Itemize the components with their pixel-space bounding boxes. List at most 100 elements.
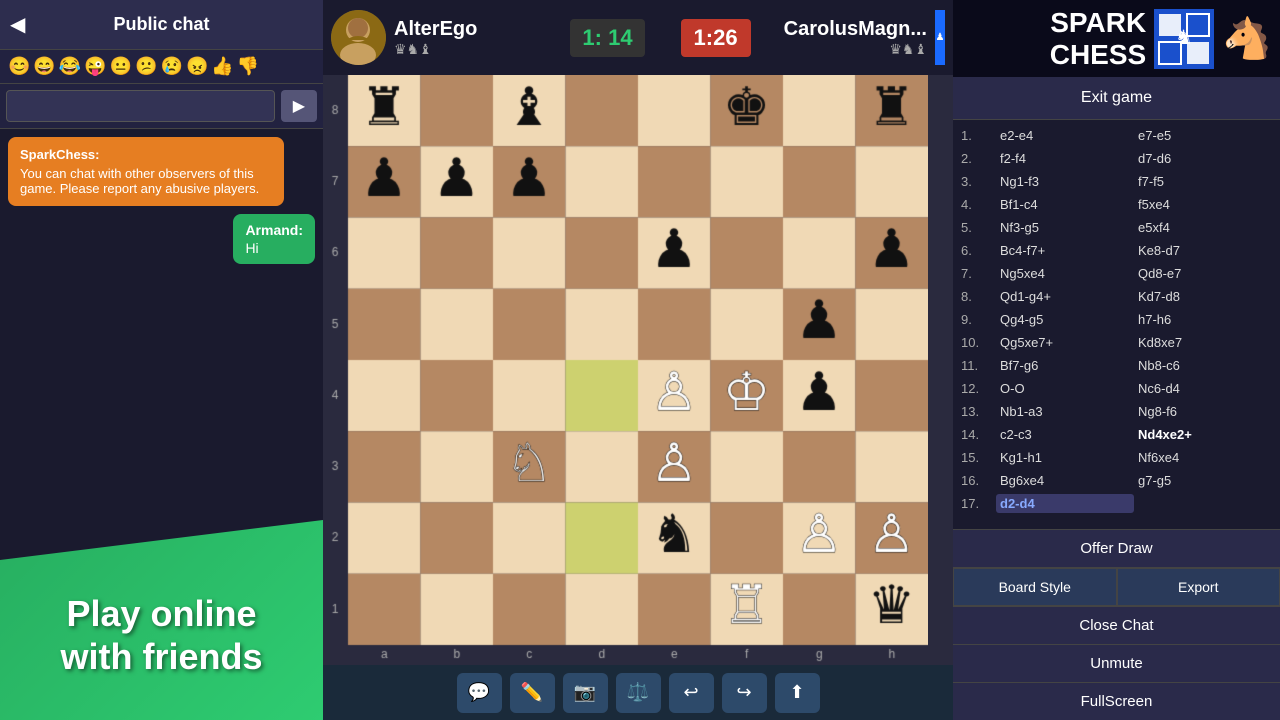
move-number: 14.: [961, 427, 996, 442]
emoji-thumbsdown[interactable]: 👎: [237, 56, 259, 77]
move-white[interactable]: Ng1-f3: [996, 172, 1134, 191]
move-row[interactable]: 14.c2-c3Nd4xe2+: [961, 423, 1272, 446]
emoji-sad[interactable]: 😕: [135, 56, 157, 77]
chat-input[interactable]: [6, 90, 275, 122]
chat-title: Public chat: [113, 14, 209, 35]
move-row[interactable]: 16.Bg6xe4g7-g5: [961, 469, 1272, 492]
move-black[interactable]: Ke8-d7: [1134, 241, 1272, 260]
move-row[interactable]: 6.Bc4-f7+Ke8-d7: [961, 239, 1272, 262]
board-style-button[interactable]: Board Style: [953, 568, 1117, 606]
move-black[interactable]: Nf6xe4: [1134, 448, 1272, 467]
move-black[interactable]: e7-e5: [1134, 126, 1272, 145]
move-number: 2.: [961, 151, 996, 166]
sparkchess-sender: SparkChess:: [20, 147, 272, 162]
move-black[interactable]: f5xe4: [1134, 195, 1272, 214]
move-white[interactable]: Nf3-g5: [996, 218, 1134, 237]
player-top-info: AlterEgo ♛♞♝: [394, 18, 562, 58]
emoji-grin[interactable]: 😄: [33, 56, 55, 77]
unmute-button[interactable]: Unmute: [953, 644, 1280, 682]
move-black[interactable]: g7-g5: [1134, 471, 1272, 490]
emoji-cry[interactable]: 😢: [161, 56, 183, 77]
move-row[interactable]: 15.Kg1-h1Nf6xe4: [961, 446, 1272, 469]
fullscreen-button[interactable]: FullScreen: [953, 682, 1280, 720]
move-black[interactable]: [1134, 502, 1272, 506]
move-row[interactable]: 13.Nb1-a3Ng8-f6: [961, 400, 1272, 423]
offer-draw-button[interactable]: Offer Draw: [953, 529, 1280, 568]
move-row[interactable]: 10.Qg5xe7+Kd8xe7: [961, 331, 1272, 354]
move-black[interactable]: Kd8xe7: [1134, 333, 1272, 352]
move-black[interactable]: f7-f5: [1134, 172, 1272, 191]
move-black[interactable]: d7-d6: [1134, 149, 1272, 168]
player-bottom-info: CarolusMagn... ♛♞♝: [759, 18, 927, 58]
move-black[interactable]: Nc6-d4: [1134, 379, 1272, 398]
move-number: 15.: [961, 450, 996, 465]
move-white[interactable]: d2-d4: [996, 494, 1134, 513]
move-white[interactable]: Bg6xe4: [996, 471, 1134, 490]
emoji-tongue[interactable]: 😜: [84, 56, 106, 77]
move-row[interactable]: 5.Nf3-g5e5xf4: [961, 216, 1272, 239]
move-white[interactable]: Ng5xe4: [996, 264, 1134, 283]
move-white[interactable]: c2-c3: [996, 425, 1134, 444]
move-row[interactable]: 17.d2-d4: [961, 492, 1272, 515]
move-row[interactable]: 9.Qg4-g5h7-h6: [961, 308, 1272, 331]
move-black[interactable]: Qd8-e7: [1134, 264, 1272, 283]
move-black[interactable]: Nd4xe2+: [1134, 425, 1272, 444]
close-chat-button[interactable]: Close Chat: [953, 606, 1280, 644]
move-white[interactable]: Qg4-g5: [996, 310, 1134, 329]
exit-game-button[interactable]: Exit game: [953, 77, 1280, 120]
move-black[interactable]: Ng8-f6: [1134, 402, 1272, 421]
move-row[interactable]: 3.Ng1-f3f7-f5: [961, 170, 1272, 193]
move-black[interactable]: Kd7-d8: [1134, 287, 1272, 306]
move-number: 4.: [961, 197, 996, 212]
move-black[interactable]: h7-h6: [1134, 310, 1272, 329]
move-row[interactable]: 12.O-ONc6-d4: [961, 377, 1272, 400]
chat-toolbar-btn[interactable]: 💬: [457, 673, 502, 713]
move-number: 8.: [961, 289, 996, 304]
move-row[interactable]: 7.Ng5xe4Qd8-e7: [961, 262, 1272, 285]
balance-toolbar-btn[interactable]: ⚖️: [616, 673, 661, 713]
move-white[interactable]: f2-f4: [996, 149, 1134, 168]
move-number: 7.: [961, 266, 996, 281]
move-row[interactable]: 1.e2-e4e7-e5: [961, 124, 1272, 147]
player-top-pieces: ♛♞♝: [394, 41, 562, 58]
move-row[interactable]: 8.Qd1-g4+Kd7-d8: [961, 285, 1272, 308]
emoji-angry[interactable]: 😠: [186, 56, 208, 77]
toolbar: 💬 ✏️ 📷 ⚖️ ↩ ↪ ⬆: [323, 665, 953, 720]
move-white[interactable]: Qg5xe7+: [996, 333, 1134, 352]
redo-toolbar-btn[interactable]: ↪: [722, 673, 767, 713]
svg-text:♞: ♞: [1175, 27, 1193, 49]
move-white[interactable]: O-O: [996, 379, 1134, 398]
move-black[interactable]: Nb8-c6: [1134, 356, 1272, 375]
move-white[interactable]: Bf1-c4: [996, 195, 1134, 214]
bottom-buttons: Close Chat Unmute FullScreen: [953, 606, 1280, 720]
camera-toolbar-btn[interactable]: 📷: [563, 673, 608, 713]
emoji-smile[interactable]: 😊: [8, 56, 30, 77]
move-white[interactable]: Bf7-g6: [996, 356, 1134, 375]
emoji-thumbsup[interactable]: 👍: [211, 56, 233, 77]
move-number: 10.: [961, 335, 996, 350]
move-row[interactable]: 4.Bf1-c4f5xe4: [961, 193, 1272, 216]
chat-panel: ◀ Public chat 😊 😄 😂 😜 😐 😕 😢 😠 👍 👎 ▶ Spar…: [0, 0, 323, 720]
move-white[interactable]: Kg1-h1: [996, 448, 1134, 467]
system-message: SparkChess: You can chat with other obse…: [8, 137, 284, 206]
move-white[interactable]: e2-e4: [996, 126, 1134, 145]
send-button[interactable]: ▶: [281, 90, 317, 122]
back-button[interactable]: ◀: [10, 12, 25, 37]
move-row[interactable]: 11.Bf7-g6Nb8-c6: [961, 354, 1272, 377]
move-white[interactable]: Qd1-g4+: [996, 287, 1134, 306]
armand-text: Hi: [245, 240, 303, 256]
move-white[interactable]: Bc4-f7+: [996, 241, 1134, 260]
action-buttons: Board Style Export: [953, 568, 1280, 606]
emoji-neutral[interactable]: 😐: [110, 56, 132, 77]
user-message: Armand: Hi: [233, 214, 315, 264]
move-number: 16.: [961, 473, 996, 488]
emoji-laugh[interactable]: 😂: [59, 56, 81, 77]
pencil-toolbar-btn[interactable]: ✏️: [510, 673, 555, 713]
undo-toolbar-btn[interactable]: ↩: [669, 673, 714, 713]
move-row[interactable]: 2.f2-f4d7-d6: [961, 147, 1272, 170]
move-black[interactable]: e5xf4: [1134, 218, 1272, 237]
move-white[interactable]: Nb1-a3: [996, 402, 1134, 421]
flag-toolbar-btn[interactable]: ⬆: [775, 673, 820, 713]
export-button[interactable]: Export: [1117, 568, 1280, 606]
player-bottom-name: CarolusMagn...: [759, 18, 927, 41]
